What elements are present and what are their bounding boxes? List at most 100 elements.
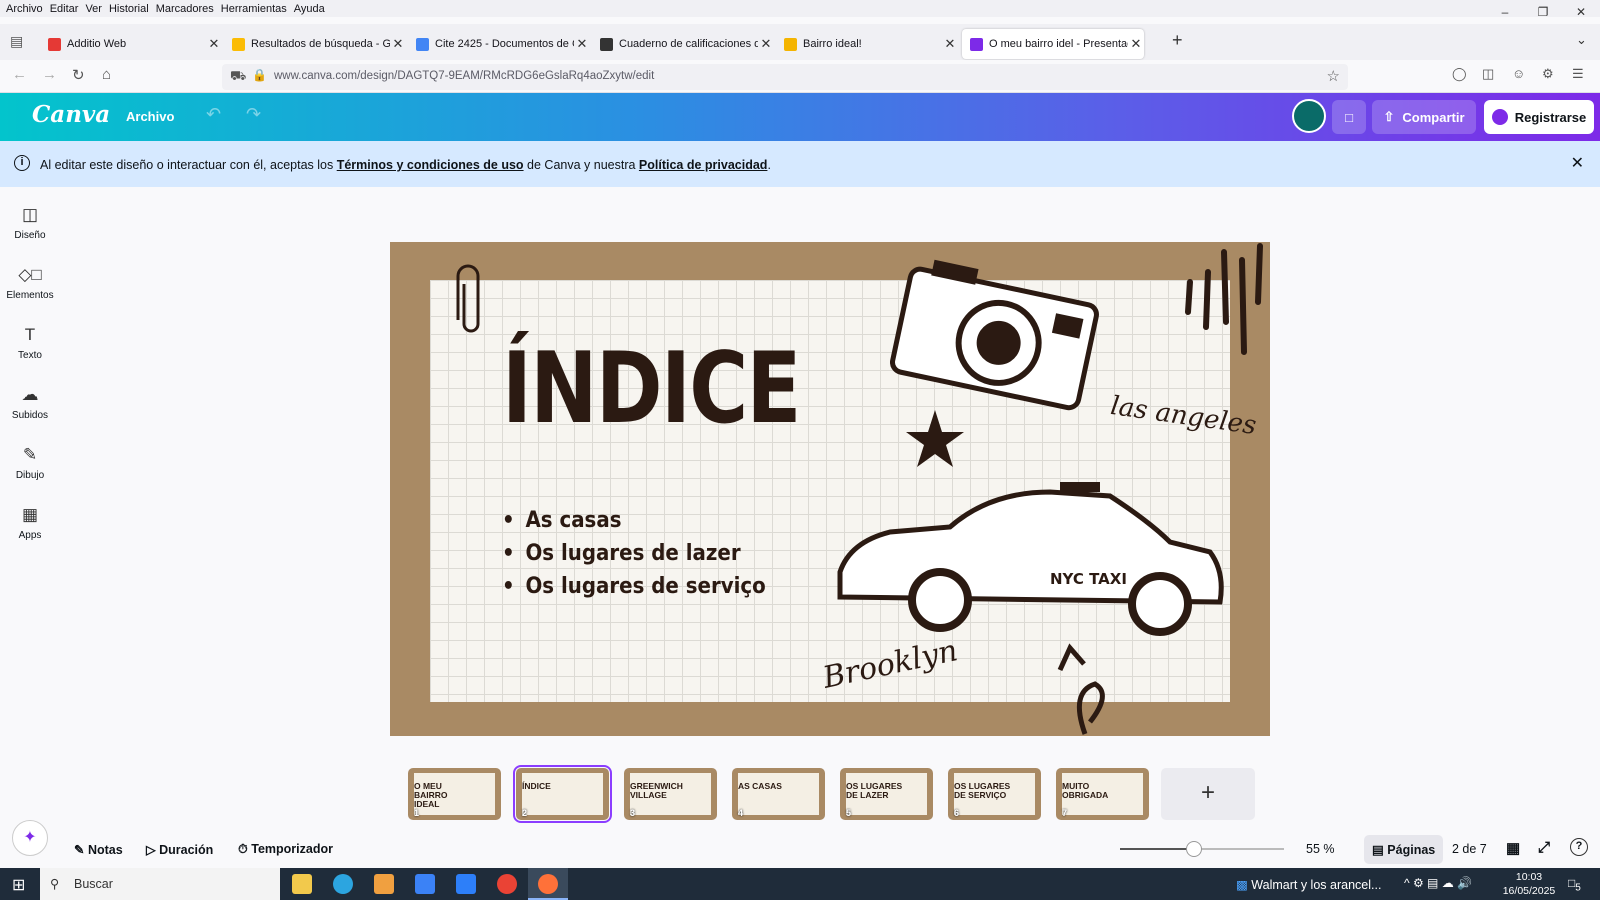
sidebar-item-dibujo[interactable]: ✎ Dibujo (0, 445, 60, 481)
privacy-link[interactable]: Política de privacidad (639, 158, 768, 172)
browser-tab[interactable]: Bairro ideal! ✕ (776, 29, 958, 59)
store-icon[interactable] (415, 874, 435, 894)
browser-tab[interactable]: Additio Web ✕ (40, 29, 222, 59)
avatar[interactable] (1292, 99, 1326, 133)
media-app-icon[interactable] (374, 874, 394, 894)
list-item[interactable]: As casas (502, 504, 766, 537)
archivo-menu-button[interactable]: Archivo (126, 109, 174, 124)
page-thumbnail[interactable]: OS LUGARES DE LAZER 5 (840, 768, 933, 820)
terms-link[interactable]: Términos y condiciones de uso (337, 158, 524, 172)
list-item[interactable]: Os lugares de lazer (502, 537, 766, 570)
pages-button[interactable]: ▤ Páginas (1364, 835, 1444, 864)
register-label: Registrarse (1514, 109, 1587, 125)
reader-view-icon[interactable]: ◫ (1482, 66, 1494, 82)
chevron-down-icon[interactable]: ⌄ (1576, 32, 1587, 48)
zoom-slider[interactable] (1120, 841, 1284, 857)
menu-item[interactable]: Archivo (6, 3, 43, 15)
duration-icon: ▷ (146, 843, 160, 857)
forward-icon[interactable]: → (42, 66, 57, 83)
navigation-bar: ← → ↻ ⌂ ⛟ 🔒 www.canva.com/design/DAGTQ7-… (0, 60, 1600, 93)
news-widget[interactable]: ▩ Walmart y los arancel... (1236, 877, 1381, 892)
close-icon[interactable]: ✕ (1571, 153, 1584, 173)
mail-icon[interactable] (456, 874, 476, 894)
shield-icon[interactable]: ⛟ (230, 68, 246, 86)
account-icon[interactable]: ☺ (1512, 66, 1525, 81)
bookmark-star-icon[interactable]: ☆ (1327, 67, 1340, 85)
close-tab-icon[interactable]: ✕ (1128, 36, 1144, 52)
page-thumbnail[interactable]: O MEU BAIRRO IDEAL 1 (408, 768, 501, 820)
reload-icon[interactable]: ↻ (72, 66, 85, 84)
register-button[interactable]: Registrarse (1484, 100, 1594, 134)
firefox-taskbar-item[interactable] (528, 868, 568, 900)
close-tab-icon[interactable]: ✕ (942, 36, 958, 52)
notification-icon[interactable]: □5 (1568, 876, 1581, 893)
clock[interactable]: 10:03 16/05/2025 (1500, 870, 1558, 898)
page-thumbnails: + O MEU BAIRRO IDEAL 1 ÍNDICE 2 GREENWICH VI… (0, 764, 1600, 824)
browser-tab[interactable]: O meu bairro idel - Presentació ✕ (962, 29, 1144, 59)
page-thumbnail[interactable]: OS LUGARES DE SERVIÇO 6 (948, 768, 1041, 820)
comment-icon[interactable]: □ (1332, 100, 1366, 134)
menu-item[interactable]: Marcadores (156, 3, 214, 15)
sidebar-item-diseño[interactable]: ◫ Diseño (0, 205, 60, 241)
add-page-button[interactable]: + (1161, 768, 1255, 820)
taskbar-search[interactable]: ⚲ Buscar (40, 868, 280, 900)
chrome-icon[interactable] (497, 874, 517, 894)
zoom-slider-handle[interactable] (1185, 841, 1202, 857)
close-tab-icon[interactable]: ✕ (574, 36, 590, 52)
zoom-level[interactable]: 55 % (1306, 842, 1335, 856)
minimize-icon[interactable]: – (1486, 0, 1524, 24)
close-tab-icon[interactable]: ✕ (390, 36, 406, 52)
tray-icons[interactable]: ^ ⚙ ▤ ☁ 🔊 (1404, 876, 1472, 890)
timer-button[interactable]: ⏱ Temporizador (238, 842, 333, 857)
sidebar-item-subidos[interactable]: ☁ Subidos (0, 385, 60, 421)
page-thumbnail[interactable]: MUITO OBRIGADA 7 (1056, 768, 1149, 820)
home-icon[interactable]: ⌂ (102, 66, 111, 83)
address-bar[interactable]: ⛟ 🔒 www.canva.com/design/DAGTQ7-9EAM/RMc… (222, 64, 1348, 90)
restore-icon[interactable]: ❐ (1524, 0, 1562, 24)
slide-title[interactable]: ÍNDICE (502, 332, 801, 446)
browser-tab[interactable]: Cuaderno de calificaciones de 2✕ (592, 29, 774, 59)
undo-icon[interactable]: ↶ (206, 104, 221, 125)
close-tab-icon[interactable]: ✕ (758, 36, 774, 52)
windows-start-icon[interactable]: ⊞ (12, 875, 25, 895)
magic-sparkle-icon[interactable]: ✦ (12, 820, 48, 856)
menu-item[interactable]: Ver (85, 3, 102, 15)
canva-logo[interactable]: Canva (32, 101, 110, 128)
tab-list-icon[interactable]: ▤ (10, 33, 23, 50)
menu-item[interactable]: Herramientas (221, 3, 287, 15)
browser-tab[interactable]: Cite 2425 - Documentos de Go ✕ (408, 29, 590, 59)
sidebar-item-apps[interactable]: ▦ Apps (0, 505, 60, 541)
sidebar: ◫ Diseño ◇□ Elementos T Texto ☁ Subidos ✎ Dibujo ▦… (0, 187, 60, 817)
page-thumbnail[interactable]: GREENWICH VILLAGE 3 (624, 768, 717, 820)
pocket-icon[interactable]: ◯ (1452, 66, 1467, 82)
new-tab-icon[interactable]: + (1172, 30, 1183, 51)
page-thumbnail[interactable]: ÍNDICE 2 (513, 765, 612, 823)
share-button[interactable]: ⇧ Compartir (1372, 100, 1476, 134)
edge-icon[interactable] (333, 874, 353, 894)
close-window-icon[interactable]: ✕ (1562, 0, 1600, 24)
sidebar-item-elementos[interactable]: ◇□ Elementos (0, 265, 60, 301)
file-explorer-icon[interactable] (292, 874, 312, 894)
menu-item[interactable]: Historial (109, 3, 149, 15)
back-icon[interactable]: ← (12, 66, 27, 83)
lock-icon[interactable]: 🔒 (252, 68, 267, 82)
menu-item[interactable]: Editar (50, 3, 79, 15)
help-icon[interactable]: ? (1570, 838, 1588, 856)
sidebar-item-texto[interactable]: T Texto (0, 325, 60, 361)
grid-view-icon[interactable]: ▦ (1506, 839, 1520, 857)
fullscreen-icon[interactable]: ⤢ (1538, 839, 1550, 856)
notes-button[interactable]: ✎ Notas (74, 842, 123, 857)
hamburger-menu-icon[interactable]: ☰ (1572, 66, 1584, 82)
page-thumbnail[interactable]: AS CASAS 4 (732, 768, 825, 820)
list-item[interactable]: Os lugares de serviço (502, 570, 765, 603)
close-tab-icon[interactable]: ✕ (206, 36, 222, 52)
browser-tab[interactable]: Resultados de búsqueda - Goo ✕ (224, 29, 406, 59)
duration-button[interactable]: ▷ Duración (146, 842, 213, 857)
thumbnail-number: 3 (630, 808, 636, 818)
index-list[interactable]: As casasOs lugares de lazerOs lugares de… (502, 504, 795, 603)
redo-icon[interactable]: ↷ (246, 104, 261, 125)
menu-item[interactable]: Ayuda (294, 3, 325, 15)
slide-canvas[interactable]: ÍNDICE As casasOs lugares de lazerOs lug… (390, 242, 1270, 736)
extensions-icon[interactable]: ⚙ (1542, 66, 1554, 82)
url-text: www.canva.com/design/DAGTQ7-9EAM/RMcRDG6… (274, 70, 655, 82)
